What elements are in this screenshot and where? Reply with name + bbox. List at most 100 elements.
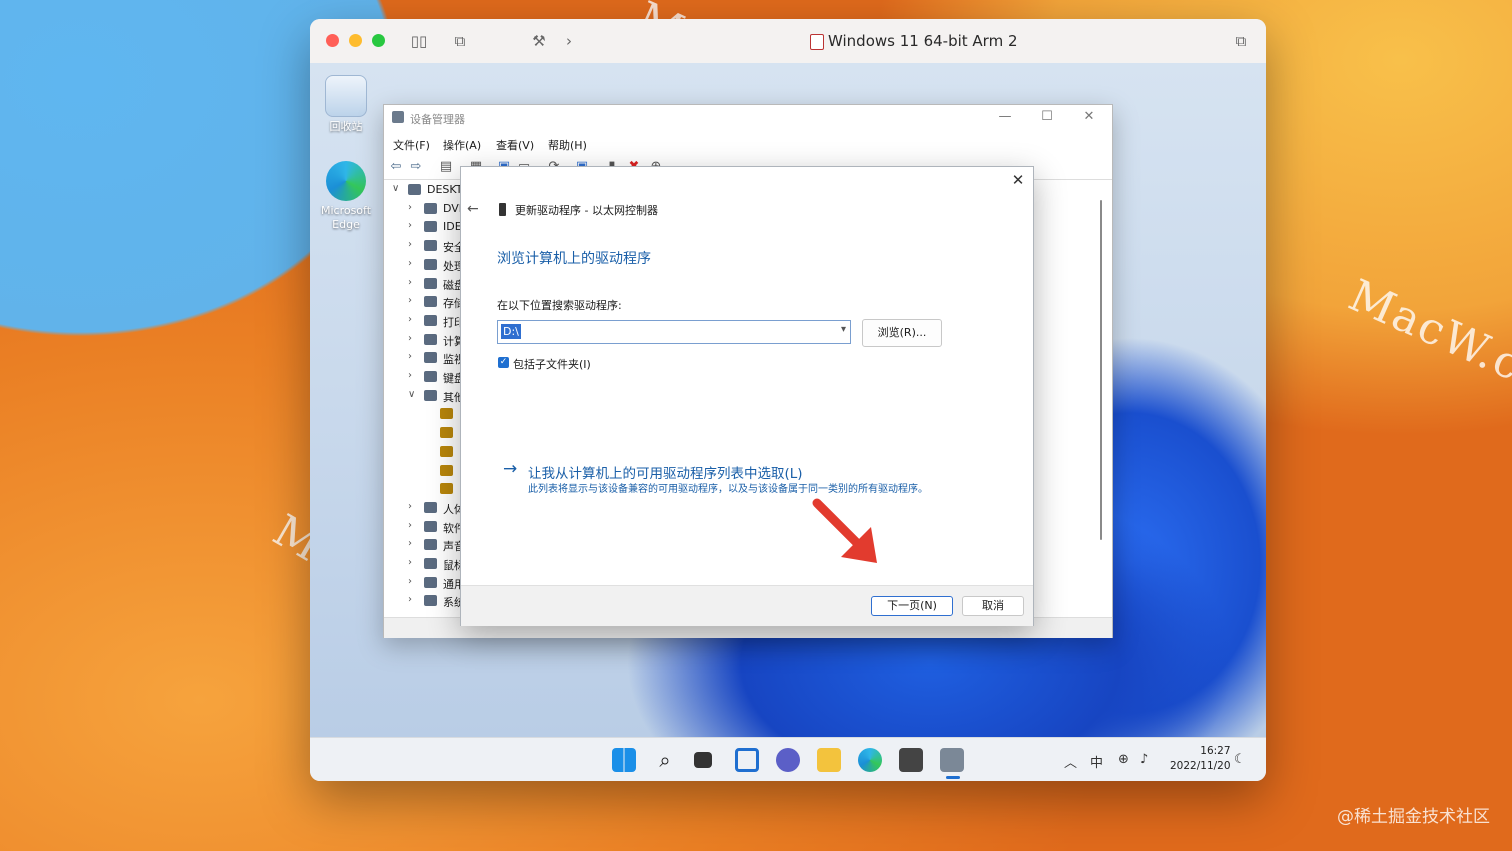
tree-row[interactable]: › 软件 bbox=[386, 518, 466, 536]
arrow-right-icon[interactable]: → bbox=[503, 459, 517, 479]
chevron-right-icon[interactable]: › bbox=[408, 333, 412, 344]
chevron-up-icon[interactable]: ︿ bbox=[1064, 752, 1077, 771]
menu-help[interactable]: 帮助(H) bbox=[548, 137, 587, 153]
sidebar-toggle-icon[interactable]: ▯▯ bbox=[410, 32, 428, 50]
maximize-icon[interactable]: ☐ bbox=[1032, 109, 1062, 124]
path-combobox[interactable]: D:\ ▾ bbox=[497, 320, 851, 344]
tree-row[interactable]: ∨ DESKT bbox=[386, 181, 466, 199]
chevron-right-icon[interactable]: › bbox=[408, 295, 412, 306]
ime-indicator[interactable]: 中 bbox=[1090, 752, 1103, 771]
tree-row[interactable]: › 磁盘 bbox=[386, 275, 466, 293]
desktop-icon-recycle-bin[interactable]: 回收站 bbox=[314, 75, 378, 134]
tree-row[interactable]: › 监视 bbox=[386, 349, 466, 367]
tree-row[interactable]: › 计算 bbox=[386, 331, 466, 349]
chevron-right-icon[interactable]: › bbox=[408, 520, 412, 531]
notification-icon[interactable]: ☾ bbox=[1234, 752, 1246, 767]
menu-file[interactable]: 文件(F) bbox=[393, 137, 430, 153]
chat-icon[interactable] bbox=[776, 748, 800, 772]
dialog-header: 更新驱动程序 - 以太网控制器 bbox=[515, 204, 658, 217]
include-subfolders-label[interactable]: 包括子文件夹(I) bbox=[513, 356, 591, 372]
task-view-icon[interactable] bbox=[694, 752, 712, 768]
chevron-right-icon[interactable]: › bbox=[408, 370, 412, 381]
menu-view[interactable]: 查看(V) bbox=[496, 137, 534, 153]
volume-icon[interactable]: ♪ bbox=[1140, 752, 1148, 767]
clock[interactable]: 16:27 2022/11/20 bbox=[1170, 744, 1231, 774]
include-subfolders-checkbox[interactable]: ✓ bbox=[498, 357, 509, 368]
device-category-icon bbox=[424, 296, 437, 307]
chevron-right-icon[interactable]: › bbox=[408, 557, 412, 568]
wrench-icon[interactable]: ⚒ bbox=[530, 32, 548, 50]
tree-row[interactable]: › 安全 bbox=[386, 237, 466, 255]
tree-row[interactable] bbox=[386, 405, 466, 423]
tree-row[interactable]: › 打印 bbox=[386, 312, 466, 330]
snapshot-icon[interactable]: ⧉ bbox=[451, 32, 469, 50]
chevron-right-icon[interactable]: › bbox=[408, 576, 412, 587]
tree-row[interactable]: › 系统 bbox=[386, 592, 466, 610]
maximize-window-button[interactable] bbox=[372, 34, 385, 47]
chevron-right-icon[interactable]: › bbox=[408, 501, 412, 512]
back-icon[interactable]: ⇦ bbox=[388, 159, 404, 175]
chevron-down-icon[interactable]: ▾ bbox=[841, 324, 846, 335]
tree-row[interactable]: › 存储 bbox=[386, 293, 466, 311]
chevron-right-icon[interactable]: › bbox=[408, 538, 412, 549]
browse-button[interactable]: 浏览(R)... bbox=[862, 319, 942, 347]
network-icon[interactable]: ⊕ bbox=[1118, 752, 1129, 767]
close-icon[interactable]: ✕ bbox=[1074, 109, 1104, 124]
chevron-right-icon[interactable]: › bbox=[408, 202, 412, 213]
clock-date: 2022/11/20 bbox=[1170, 760, 1231, 772]
chevron-right-icon[interactable]: › bbox=[560, 32, 578, 50]
forward-icon[interactable]: ⇨ bbox=[408, 159, 424, 175]
chevron-right-icon[interactable]: › bbox=[408, 239, 412, 250]
device-category-icon bbox=[424, 521, 437, 532]
chevron-right-icon[interactable]: › bbox=[408, 258, 412, 269]
tree-row[interactable]: › 处理 bbox=[386, 256, 466, 274]
file-explorer-icon[interactable] bbox=[817, 748, 841, 772]
start-icon[interactable] bbox=[612, 748, 636, 772]
device-category-icon bbox=[424, 315, 437, 326]
tree-row[interactable]: › 鼠标 bbox=[386, 555, 466, 573]
tree-row[interactable]: › DVI bbox=[386, 200, 466, 218]
tree-row[interactable] bbox=[386, 443, 466, 461]
tree-row[interactable]: ∨ 其他 bbox=[386, 387, 466, 405]
chevron-right-icon[interactable]: › bbox=[408, 220, 412, 231]
chevron-right-icon[interactable]: › bbox=[408, 277, 412, 288]
edge-icon[interactable] bbox=[858, 748, 882, 772]
device-category-icon bbox=[440, 465, 453, 476]
search-icon[interactable]: ⌕ bbox=[653, 748, 677, 772]
back-arrow-icon[interactable]: ← bbox=[467, 201, 479, 217]
tree-row[interactable]: › IDE bbox=[386, 218, 466, 236]
chevron-right-icon[interactable]: › bbox=[408, 351, 412, 362]
tree-row[interactable]: › 人体 bbox=[386, 499, 466, 517]
tree-row[interactable]: › 声音 bbox=[386, 536, 466, 554]
close-icon[interactable]: ✕ bbox=[1006, 171, 1030, 189]
path-value[interactable]: D:\ bbox=[501, 324, 521, 339]
device-category-icon bbox=[424, 595, 437, 606]
show-hide-tree-icon[interactable]: ▤ bbox=[438, 159, 454, 175]
next-button[interactable]: 下一页(N) bbox=[871, 596, 953, 616]
chevron-down-icon[interactable]: ∨ bbox=[392, 183, 399, 194]
desktop-icon-edge[interactable]: Microsoft Edge bbox=[314, 161, 378, 232]
device-category-icon bbox=[424, 390, 437, 401]
tree-row[interactable]: › 键盘 bbox=[386, 368, 466, 386]
tree-row[interactable] bbox=[386, 462, 466, 480]
store-icon[interactable] bbox=[899, 748, 923, 772]
minimize-icon[interactable]: — bbox=[990, 109, 1020, 124]
cancel-button[interactable]: 取消 bbox=[962, 596, 1024, 616]
close-window-button[interactable] bbox=[326, 34, 339, 47]
desktop-icon-label: Microsoft Edge bbox=[320, 204, 372, 231]
chevron-right-icon[interactable]: › bbox=[408, 314, 412, 325]
scrollbar[interactable] bbox=[1100, 200, 1102, 540]
device-category-icon bbox=[424, 371, 437, 382]
device-manager-taskbar-icon[interactable] bbox=[940, 748, 964, 772]
tree-row[interactable]: › 通用 bbox=[386, 574, 466, 592]
fullscreen-icon[interactable]: ⧉ bbox=[1232, 32, 1250, 50]
tree-row[interactable] bbox=[386, 424, 466, 442]
chevron-right-icon[interactable]: › bbox=[408, 594, 412, 605]
pick-from-list-link[interactable]: 让我从计算机上的可用驱动程序列表中选取(L) bbox=[528, 462, 803, 482]
tree-row-label: IDE bbox=[443, 220, 462, 233]
widgets-icon[interactable] bbox=[735, 748, 759, 772]
chevron-down-icon[interactable]: ∨ bbox=[408, 389, 415, 400]
tree-row[interactable] bbox=[386, 480, 466, 498]
minimize-window-button[interactable] bbox=[349, 34, 362, 47]
menu-action[interactable]: 操作(A) bbox=[443, 137, 481, 153]
